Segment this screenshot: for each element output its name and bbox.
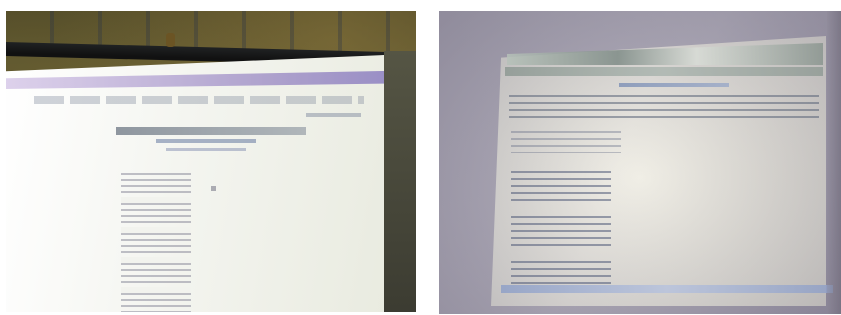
page-nav-bar — [505, 67, 823, 76]
projection-screen — [6, 55, 384, 312]
cursor-mark — [211, 186, 216, 191]
projected-subtitle-line — [166, 148, 246, 151]
roller-hook — [166, 33, 175, 47]
side-wall — [384, 51, 416, 312]
projected-title-bar — [116, 127, 306, 135]
monitor-bezel — [827, 11, 841, 314]
text-stanza — [511, 261, 611, 286]
projected-title-line — [156, 139, 256, 143]
text-stanza — [511, 216, 611, 246]
intro-paragraph — [509, 95, 819, 121]
text-stanza — [511, 171, 611, 201]
projected-menu-row — [34, 96, 364, 104]
projected-header-text — [306, 113, 361, 117]
page-heading — [619, 83, 729, 87]
photo-collage — [0, 0, 841, 315]
right-photo — [439, 11, 841, 314]
taskbar — [501, 285, 833, 293]
projected-text-column — [121, 173, 191, 312]
link-block — [511, 131, 621, 153]
left-photo — [6, 11, 416, 312]
